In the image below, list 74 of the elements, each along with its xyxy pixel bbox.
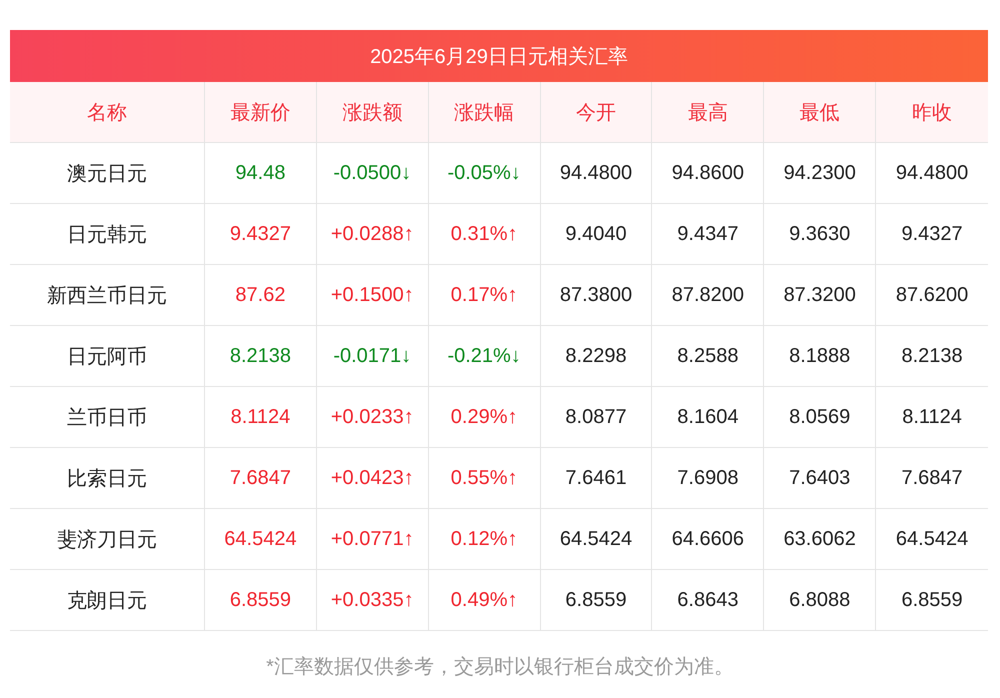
table-cell: 6.8643 (652, 570, 764, 630)
column-header: 今开 (540, 82, 652, 142)
column-header: 名称 (10, 82, 205, 142)
table-cell: 0.31%↑ (428, 204, 541, 264)
table-cell: 8.1604 (652, 387, 764, 447)
table-cell: 7.6847 (205, 448, 317, 508)
table-cell: 0.17%↑ (428, 265, 541, 325)
table-cell: 87.62 (205, 265, 317, 325)
table-cell: +0.0335↑ (316, 570, 429, 630)
table-cell: 斐济刀日元 (10, 509, 205, 569)
table-cell: 87.3800 (540, 265, 652, 325)
table-cell: 9.4040 (540, 204, 652, 264)
table-cell: 94.4800 (540, 143, 652, 203)
table-cell-text: 87.6200 (894, 282, 970, 308)
table-cell: +0.0288↑ (316, 204, 429, 264)
table-cell: +0.1500↑ (316, 265, 429, 325)
table-cell: 8.1124 (205, 387, 317, 447)
table-cell: -0.0171↓ (316, 326, 429, 386)
table-cell: 6.8088 (764, 570, 876, 630)
footnote: *汇率数据仅供参考，交易时以银行柜台成交价为准。 (265, 655, 735, 680)
table-cell: 8.2298 (540, 326, 652, 386)
table-cell: 0.55%↑ (428, 448, 541, 508)
table-cell: 兰币日币 (10, 387, 205, 447)
table-cell: 克朗日元 (10, 570, 205, 630)
table-cell: 8.2138 (205, 326, 317, 386)
table-cell-text: 9.4327 (900, 222, 964, 246)
table-cell: 8.1888 (764, 326, 876, 386)
table-cell: 8.0569 (764, 387, 876, 447)
table-cell: 9.4327 (205, 204, 317, 264)
table-cell-text: 94.4800 (894, 160, 970, 186)
table-cell-text: 8.2138 (900, 344, 964, 368)
table-cell: +0.0423↑ (316, 448, 429, 508)
table-cell-text: 7.6847 (900, 466, 964, 490)
table-cell: 0.12%↑ (428, 509, 541, 569)
table-cell: -0.05%↓ (428, 143, 541, 203)
table-cell: 9.3630 (764, 204, 876, 264)
table-cell: -0.0500↓ (316, 143, 429, 203)
table-cell: +0.0233↑ (316, 387, 429, 447)
table-cell: 6.8559 (540, 570, 652, 630)
column-header: 最高 (652, 82, 764, 142)
table-cell: 8.0877 (540, 387, 652, 447)
table-cell: 日元韩元 (10, 204, 205, 264)
table-title: 2025年6月29日日元相关汇率 (10, 30, 988, 82)
table-cell: 94.48 (205, 143, 317, 203)
table-cell: 63.6062 (764, 509, 876, 569)
table-cell: 新西兰币日元 (10, 265, 205, 325)
column-header: 最新价 (205, 82, 317, 142)
table-cell: 比索日元 (10, 448, 205, 508)
table-cell: 7.6403 (764, 448, 876, 508)
table-cell: 94.8600 (652, 143, 764, 203)
table-cell: 8.2588 (652, 326, 764, 386)
table-cell: 0.29%↑ (428, 387, 541, 447)
table-cell: 94.2300 (764, 143, 876, 203)
table-cell: 87.3200 (764, 265, 876, 325)
column-header: 涨跌额 (316, 82, 429, 142)
table-cell: 64.5424 (540, 509, 652, 569)
table-cell: +0.0771↑ (316, 509, 429, 569)
table-cell-text: 8.1124 (901, 404, 963, 430)
table-cell: -0.21%↓ (428, 326, 541, 386)
table-cell: 6.8559 (205, 570, 317, 630)
table-cell: 7.6461 (540, 448, 652, 508)
table-cell: 澳元日元 (10, 143, 205, 203)
table-cell: 日元阿币 (10, 326, 205, 386)
table-cell-text: 64.5424 (894, 526, 970, 552)
column-header: 最低 (764, 82, 876, 142)
column-header: 涨跌幅 (428, 82, 541, 142)
table-cell-text: 6.8559 (900, 588, 964, 612)
table-cell: 64.5424 (205, 509, 317, 569)
table-cell: 0.49%↑ (428, 570, 541, 630)
table-cell: 9.4347 (652, 204, 764, 264)
table-cell: 7.6908 (652, 448, 764, 508)
table-cell: 64.6606 (652, 509, 764, 569)
column-header: 昨收 (911, 100, 954, 126)
table-cell: 87.8200 (652, 265, 764, 325)
